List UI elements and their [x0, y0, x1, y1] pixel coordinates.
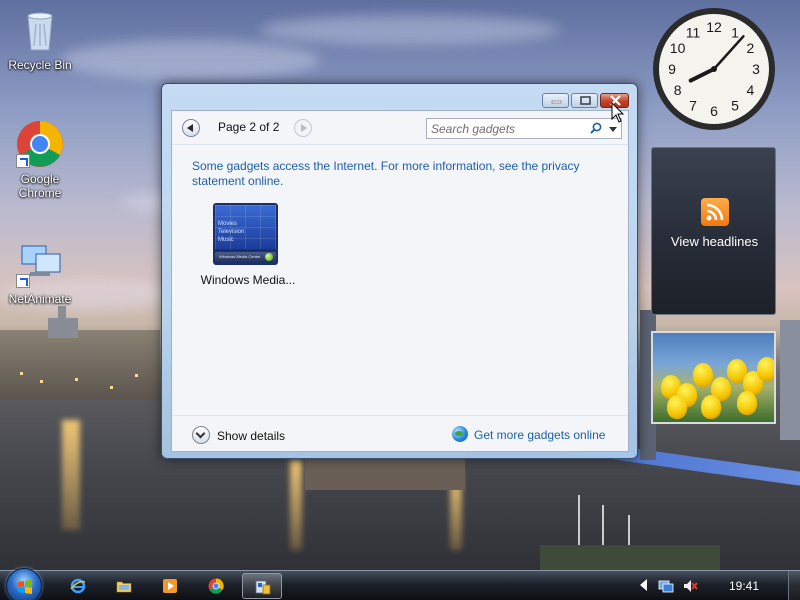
- mouse-cursor-icon: [611, 101, 625, 124]
- gadget-gallery-window: Page 2 of 2 Some gadgets access the Inte…: [161, 83, 638, 459]
- feed-headlines-gadget[interactable]: View headlines: [651, 147, 776, 315]
- windows-media-center-icon: Movies Television Music Windows Media Ce…: [213, 203, 278, 265]
- minimize-icon: [543, 94, 568, 107]
- arrow-left-icon: [187, 124, 193, 132]
- internet-explorer-icon: [70, 578, 86, 594]
- thumb-menu-item: Television: [218, 229, 245, 235]
- rss-icon: [701, 198, 729, 226]
- shortcut-arrow-icon: [16, 154, 30, 168]
- clock-numeral: 7: [689, 97, 697, 113]
- privacy-notice[interactable]: Some gadgets access the Internet. For mo…: [192, 159, 612, 189]
- show-details-label[interactable]: Show details: [217, 429, 285, 443]
- maximize-button[interactable]: [571, 93, 598, 108]
- chrome-icon: [208, 578, 224, 594]
- shortcut-arrow-icon: [16, 274, 30, 288]
- view-headlines-label[interactable]: View headlines: [652, 234, 777, 249]
- chevron-down-icon[interactable]: [609, 127, 617, 132]
- clock-numeral: 9: [668, 61, 676, 77]
- media-center-orb-icon: [265, 253, 273, 261]
- desktop-icon-netanimate[interactable]: NetAnimate: [0, 240, 80, 306]
- desktop-icon-label: NetAnimate: [8, 292, 72, 306]
- page-indicator: Page 2 of 2: [218, 120, 280, 134]
- clock-numeral: 10: [670, 40, 686, 56]
- minimize-button[interactable]: [542, 93, 569, 108]
- show-desktop-button[interactable]: [788, 571, 800, 600]
- taskbar-clock[interactable]: 19:41: [716, 579, 772, 593]
- thumb-menu-item: Music: [218, 237, 234, 243]
- gadget-name: Windows Media...: [200, 273, 296, 287]
- thumb-bar-text: Windows Media Center: [219, 254, 261, 259]
- gallery-toolbar: Page 2 of 2: [172, 111, 628, 145]
- media-player-icon: [163, 579, 177, 593]
- clock-numeral: 8: [674, 82, 682, 98]
- folder-icon: [116, 581, 132, 593]
- desktop-icon-label: Google Chrome: [18, 172, 62, 200]
- search-gadgets-box[interactable]: [426, 118, 622, 139]
- netanimate-icon: [16, 240, 64, 288]
- arrow-right-icon: [301, 124, 307, 132]
- previous-page-button[interactable]: [182, 119, 200, 137]
- chevron-down-icon: [195, 428, 206, 439]
- gadget-gallery-content: Page 2 of 2 Some gadgets access the Inte…: [171, 110, 629, 452]
- gadget-tile-windows-media-center[interactable]: Movies Television Music Windows Media Ce…: [193, 203, 303, 287]
- show-hidden-icons-button[interactable]: [640, 579, 647, 591]
- next-page-button[interactable]: [294, 119, 312, 137]
- desktop-icon-google-chrome[interactable]: Google Chrome: [0, 120, 80, 200]
- clock-numeral: 2: [747, 40, 755, 56]
- get-more-gadgets-link[interactable]: Get more gadgets online: [474, 428, 605, 442]
- taskbar-media-player[interactable]: [150, 573, 190, 599]
- globe-icon: [452, 426, 468, 442]
- gadgets-icon: [255, 580, 271, 595]
- search-icon[interactable]: [590, 122, 602, 134]
- start-button[interactable]: [6, 568, 42, 600]
- desktop-icon-recycle-bin[interactable]: Recycle Bin: [0, 6, 80, 72]
- show-details-button[interactable]: [192, 426, 210, 444]
- clock-numeral: 12: [706, 19, 722, 35]
- taskbar-chrome[interactable]: [196, 573, 236, 599]
- clock-numeral: 4: [747, 82, 755, 98]
- chrome-icon: [16, 120, 64, 168]
- windows-logo-icon: [18, 580, 32, 594]
- thumb-menu-item: Movies: [218, 221, 238, 227]
- gallery-footer: Show details Get more gadgets online: [172, 415, 628, 451]
- clock-numeral: 1: [731, 25, 739, 41]
- taskbar-file-explorer[interactable]: [104, 573, 144, 599]
- clock-numeral: 6: [710, 103, 718, 119]
- clock-gadget[interactable]: 12 1 2 3 4 5 6 7 8 9 10 11: [652, 7, 776, 131]
- taskbar: 19:41: [0, 568, 800, 600]
- desktop-icon-label: Recycle Bin: [8, 58, 72, 72]
- clock-numeral: 5: [731, 97, 739, 113]
- clock-face: 12 12 3 45678 9 1011: [653, 8, 775, 130]
- volume-muted-icon[interactable]: [682, 578, 698, 594]
- taskbar-internet-explorer[interactable]: [58, 573, 98, 599]
- clock-numeral: 11: [686, 25, 701, 41]
- action-center-icon[interactable]: [658, 578, 674, 594]
- taskbar-gadgets[interactable]: [242, 573, 282, 599]
- maximize-icon: [572, 94, 597, 107]
- recycle-bin-icon: [16, 6, 64, 54]
- search-input[interactable]: [431, 121, 581, 136]
- slideshow-gadget[interactable]: [651, 331, 776, 424]
- clock-numeral: 3: [752, 61, 760, 77]
